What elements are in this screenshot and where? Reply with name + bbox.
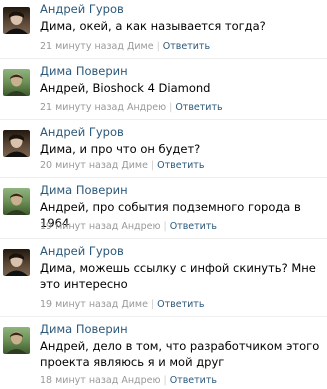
avatar[interactable] [3,7,30,34]
author-name[interactable]: Андрей Гуров [40,244,124,258]
avatar[interactable] [3,327,30,354]
person-dark-icon [5,11,28,34]
comment-item: Андрей Гуров Дима, можешь ссылку с инфой… [0,238,327,316]
author-name[interactable]: Дима Поверин [40,322,128,336]
reply-link[interactable]: Ответить [170,221,217,232]
comment-item: Дима Поверин Андрей, про события подземн… [0,177,327,238]
meta-separator: | [163,375,167,386]
comment-time[interactable]: 19 минут назад Диме [40,299,148,310]
comment-text: Андрей, дело в том, что разработчиком эт… [40,339,320,369]
reply-link[interactable]: Ответить [163,41,210,52]
comment-time[interactable]: 21 минуту назад Андрею [40,102,166,113]
meta-separator: | [156,41,160,52]
author-name[interactable]: Андрей Гуров [40,2,124,16]
person-green-icon [6,331,27,354]
person-green-icon [6,192,27,215]
comment-meta: 18 минут назад Андрею | Ответить [40,375,217,386]
comment-item: Андрей Гуров Дима, окей, а как называетс… [0,0,327,58]
person-dark-icon [5,134,28,157]
avatar[interactable] [3,130,30,157]
author-name[interactable]: Андрей Гуров [40,125,124,139]
meta-separator: | [150,160,155,171]
avatar[interactable] [3,249,30,276]
comment-time[interactable]: 18 минут назад Андрею [40,375,160,386]
comment-item: Дима Поверин Андрей, дело в том, что раз… [0,316,327,389]
comment-text: Дима, можешь ссылку с инфой скинуть? Мне… [40,261,316,291]
comment-text: Дима, и про что он будет? [40,142,201,156]
avatar[interactable] [3,69,30,96]
author-name[interactable]: Дима Поверин [40,64,128,78]
reply-link[interactable]: Ответить [157,299,204,310]
reply-link[interactable]: Ответить [175,102,222,113]
author-name[interactable]: Дима Поверин [40,183,128,197]
reply-link[interactable]: Ответить [157,160,204,171]
comment-meta: 20 минут назад Диме | Ответить [40,160,204,171]
comment-item: Дима Поверин Андрей, Bioshock 4 Diamond … [0,58,327,119]
comments-feed: Андрей Гуров Дима, окей, а как называетс… [0,0,327,389]
comment-meta: 19 минут назад Андрею | Ответить [40,221,217,232]
comment-time[interactable]: 20 минут назад Диме [40,160,148,171]
meta-separator: | [169,102,173,113]
comment-meta: 21 минуту назад Диме | Ответить [40,41,210,52]
reply-link[interactable]: Ответить [170,375,217,386]
person-dark-icon [5,253,28,276]
comment-time[interactable]: 19 минут назад Андрею [40,221,160,232]
comment-meta: 21 минуту назад Андрею | Ответить [40,102,223,113]
comment-item: Андрей Гуров Дима, и про что он будет? 2… [0,119,327,177]
avatar[interactable] [3,188,30,215]
comment-time[interactable]: 21 минуту назад Диме [40,41,154,52]
person-green-icon [6,73,27,96]
comment-text: Андрей, Bioshock 4 Diamond [40,81,211,95]
comment-text: Дима, окей, а как называется тогда? [40,19,266,33]
meta-separator: | [150,299,155,310]
comment-meta: 19 минут назад Диме | Ответить [40,299,204,310]
meta-separator: | [163,221,167,232]
